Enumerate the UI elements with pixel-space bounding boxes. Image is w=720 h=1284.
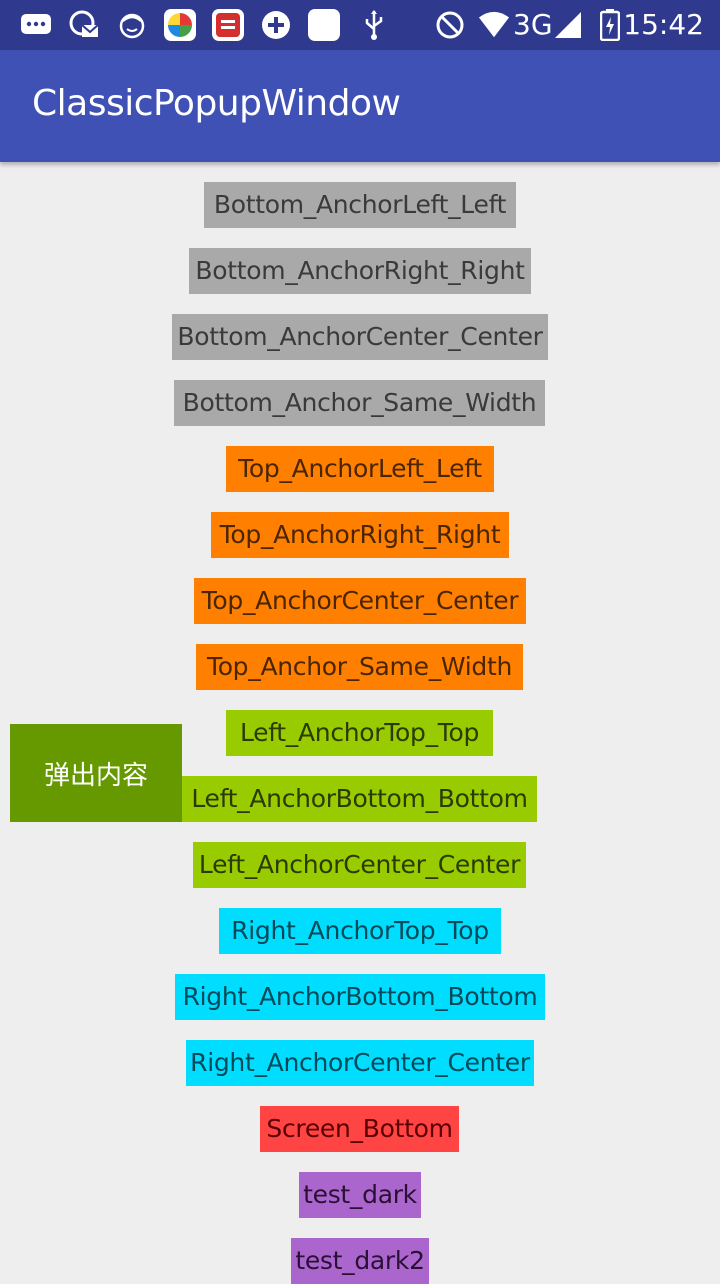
popup-window[interactable]: 弹出内容 bbox=[10, 724, 182, 822]
face-icon bbox=[116, 9, 148, 41]
status-bar: 3G 15:42 bbox=[0, 0, 720, 50]
plus-circle-icon bbox=[260, 9, 292, 41]
mail-sync-icon bbox=[68, 9, 100, 41]
signal-icon bbox=[552, 9, 584, 41]
left-anchor-bottom-bottom-button[interactable]: Left_AnchorBottom_Bottom bbox=[182, 776, 537, 822]
bottom-anchor-left-left-button[interactable]: Bottom_AnchorLeft_Left bbox=[204, 182, 516, 228]
app-store-icon bbox=[164, 9, 196, 41]
chat-icon bbox=[20, 9, 52, 41]
test-dark-button[interactable]: test_dark bbox=[299, 1172, 421, 1218]
top-anchor-same-width-button[interactable]: Top_Anchor_Same_Width bbox=[196, 644, 523, 690]
usb-icon bbox=[358, 9, 390, 41]
clock: 15:42 bbox=[623, 8, 704, 41]
popup-content-label: 弹出内容 bbox=[43, 760, 148, 791]
right-anchor-bottom-bottom-button[interactable]: Right_AnchorBottom_Bottom bbox=[175, 974, 545, 1020]
bottom-anchor-same-width-button[interactable]: Bottom_Anchor_Same_Width bbox=[174, 380, 545, 426]
test-dark2-button[interactable]: test_dark2 bbox=[291, 1238, 429, 1284]
screen-bottom-button[interactable]: Screen_Bottom bbox=[260, 1106, 459, 1152]
right-anchor-top-top-button[interactable]: Right_AnchorTop_Top bbox=[219, 908, 501, 954]
bottom-anchor-right-right-button[interactable]: Bottom_AnchorRight_Right bbox=[189, 248, 531, 294]
blank-app-icon bbox=[308, 9, 340, 41]
right-anchor-center-center-button[interactable]: Right_AnchorCenter_Center bbox=[186, 1040, 534, 1086]
app-toolbar: ClassicPopupWindow bbox=[0, 50, 720, 162]
news-app-icon bbox=[212, 9, 244, 41]
top-anchor-right-right-button[interactable]: Top_AnchorRight_Right bbox=[211, 512, 509, 558]
wifi-icon bbox=[478, 9, 510, 41]
top-anchor-center-center-button[interactable]: Top_AnchorCenter_Center bbox=[194, 578, 526, 624]
left-anchor-top-top-button[interactable]: Left_AnchorTop_Top bbox=[226, 710, 493, 756]
battery-charging-icon bbox=[594, 9, 626, 41]
left-anchor-center-center-button[interactable]: Left_AnchorCenter_Center bbox=[193, 842, 526, 888]
bottom-anchor-center-center-button[interactable]: Bottom_AnchorCenter_Center bbox=[172, 314, 548, 360]
do-not-disturb-icon bbox=[434, 9, 466, 41]
network-type-label: 3G bbox=[513, 8, 553, 41]
top-anchor-left-left-button[interactable]: Top_AnchorLeft_Left bbox=[226, 446, 494, 492]
app-title: ClassicPopupWindow bbox=[32, 83, 401, 124]
